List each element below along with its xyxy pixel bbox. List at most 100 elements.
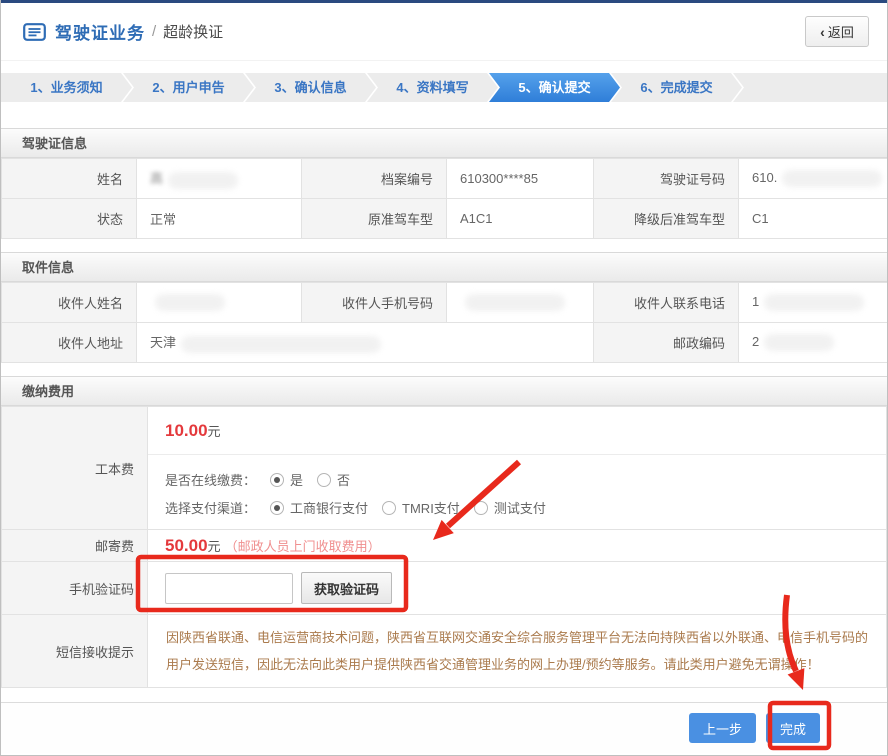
radio-online-yes[interactable]: 是 [270,470,303,489]
work-fee-amount: 10.00元 [148,407,886,455]
work-fee-amount-value: 10.00 [165,421,208,440]
back-button[interactable]: ‹返回 [805,16,869,47]
online-pay-question-row: 是否在线缴费： 是 否 [165,470,869,489]
field-value-recipient-mobile [447,283,594,323]
redaction-smudge [168,172,238,189]
footer-action-bar: 上一步 完成 [1,702,887,753]
license-info-table: 姓名 高 档案编号 610300****85 驾驶证号码 610. 状态 正常 … [1,158,888,239]
payment-options: 是否在线缴费： 是 否 选择支付渠道： 工商银行支付 TMRI支付 测试支付 [148,455,886,529]
field-value-original-class: A1C1 [447,199,594,239]
field-value-name: 高 [137,159,302,199]
get-verification-code-button[interactable]: 获取验证码 [301,572,392,604]
table-row: 姓名 高 档案编号 610300****85 驾驶证号码 610. [2,159,888,199]
previous-step-button[interactable]: 上一步 [689,713,756,743]
radio-label: TMRI支付 [402,498,460,517]
redaction-smudge [181,336,381,353]
captcha-input[interactable] [165,573,293,604]
step-1-business-notice[interactable]: 1、业务须知 [1,73,132,102]
table-row: 短信接收提示 因陕西省联通、电信运营商技术问题，陕西省互联网交通安全综合服务管理… [2,615,887,688]
captcha-content: 获取验证码 [148,562,887,615]
radio-label: 是 [290,470,303,489]
field-value-postal-code: 2 [739,323,888,363]
radio-channel-test[interactable]: 测试支付 [474,498,546,517]
license-business-icon [23,23,46,41]
section-title-pickup: 取件信息 [1,252,887,282]
step-bar-filler [733,73,887,102]
field-label-recipient-phone: 收件人联系电话 [594,283,739,323]
page-header: 驾驶证业务 / 超龄换证 ‹返回 [1,3,887,61]
table-row: 收件人地址 天津 邮政编码 2 [2,323,888,363]
work-fee-unit: 元 [208,424,221,439]
pay-channel-question-row: 选择支付渠道： 工商银行支付 TMRI支付 测试支付 [165,498,869,517]
field-label-postal-code: 邮政编码 [594,323,739,363]
field-label-recipient-mobile: 收件人手机号码 [302,283,447,323]
post-fee-unit: 元 [208,539,221,554]
radio-online-no[interactable]: 否 [317,470,350,489]
radio-icon [382,501,396,515]
step-4-fill-data[interactable]: 4、资料填写 [367,73,498,102]
redaction-smudge [764,334,834,351]
redaction-smudge [155,294,225,311]
field-value-file-number: 610300****85 [447,159,594,199]
radio-channel-tmri[interactable]: TMRI支付 [382,498,460,517]
section-title-license: 驾驶证信息 [1,128,887,158]
section-license-info: 驾驶证信息 姓名 高 档案编号 610300****85 驾驶证号码 610. … [1,128,887,239]
field-value-recipient-address: 天津 [137,323,594,363]
table-row: 状态 正常 原准驾车型 A1C1 降级后准驾车型 C1 [2,199,888,239]
field-label-file-number: 档案编号 [302,159,447,199]
radio-icon [317,473,331,487]
field-label-recipient-name: 收件人姓名 [2,283,137,323]
table-row: 收件人姓名 收件人手机号码 收件人联系电话 1 [2,283,888,323]
breadcrumb-separator: / [152,23,156,40]
post-fee-note: （邮政人员上门收取费用） [225,539,381,554]
section-title-payment: 缴纳费用 [1,376,887,406]
redaction-smudge [782,170,882,187]
field-label-recipient-address: 收件人地址 [2,323,137,363]
page-title: 驾驶证业务 [55,19,145,44]
back-button-label: 返回 [828,25,854,40]
section-payment: 缴纳费用 工本费 10.00元 是否在线缴费： 是 否 [1,376,887,688]
radio-label: 否 [337,470,350,489]
post-fee-amount-value: 50.00 [165,536,208,555]
field-label-post-fee: 邮寄费 [2,530,148,562]
radio-icon [474,501,488,515]
field-label-sms-notice: 短信接收提示 [2,615,148,688]
field-label-captcha: 手机验证码 [2,562,148,615]
step-6-finish-submit[interactable]: 6、完成提交 [611,73,742,102]
step-3-confirm-info[interactable]: 3、确认信息 [245,73,376,102]
field-label-downgraded-class: 降级后准驾车型 [594,199,739,239]
field-label-work-fee: 工本费 [2,407,148,530]
radio-label: 工商银行支付 [290,498,368,517]
section-pickup-info: 取件信息 收件人姓名 收件人手机号码 收件人联系电话 1 收件人地址 天津 邮政… [1,252,887,363]
field-label-status: 状态 [2,199,137,239]
pickup-info-table: 收件人姓名 收件人手机号码 收件人联系电话 1 收件人地址 天津 邮政编码 2 [1,282,888,363]
back-chevron-icon: ‹ [820,24,825,40]
field-value-downgraded-class: C1 [739,199,888,239]
sms-notice-text: 因陕西省联通、电信运营商技术问题，陕西省互联网交通安全综合服务管理平台无法向持陕… [148,615,886,687]
field-value-status: 正常 [137,199,302,239]
radio-channel-icbc[interactable]: 工商银行支付 [270,498,368,517]
table-row: 手机验证码 获取验证码 [2,562,887,615]
field-value-license-number: 610. [739,159,888,199]
redaction-smudge [465,294,565,311]
field-label-license-number: 驾驶证号码 [594,159,739,199]
payment-table: 工本费 10.00元 是否在线缴费： 是 否 选择支付渠道： 工商银行支付 [1,406,887,688]
step-wizard: 1、业务须知 2、用户申告 3、确认信息 4、资料填写 5、确认提交 6、完成提… [1,73,887,102]
work-fee-content: 10.00元 是否在线缴费： 是 否 选择支付渠道： 工商银行支付 TMRI支付 [148,407,887,530]
breadcrumb-current: 超龄换证 [163,21,223,42]
post-fee-content: 50.00元 （邮政人员上门收取费用） [148,530,887,562]
page: 驾驶证业务 / 超龄换证 ‹返回 1、业务须知 2、用户申告 3、确认信息 4、… [0,0,888,756]
field-label-name: 姓名 [2,159,137,199]
radio-icon [270,501,284,515]
step-2-user-declaration[interactable]: 2、用户申告 [123,73,254,102]
online-pay-question: 是否在线缴费： [165,470,256,489]
finish-button[interactable]: 完成 [766,713,820,743]
step-5-confirm-submit[interactable]: 5、确认提交 [489,73,620,102]
pay-channel-question: 选择支付渠道： [165,498,256,517]
sms-notice-content: 因陕西省联通、电信运营商技术问题，陕西省互联网交通安全综合服务管理平台无法向持陕… [148,615,887,688]
table-row: 工本费 10.00元 是否在线缴费： 是 否 选择支付渠道： 工商银行支付 [2,407,887,530]
field-label-original-class: 原准驾车型 [302,199,447,239]
radio-icon [270,473,284,487]
field-value-recipient-phone: 1 [739,283,888,323]
field-value-recipient-name [137,283,302,323]
